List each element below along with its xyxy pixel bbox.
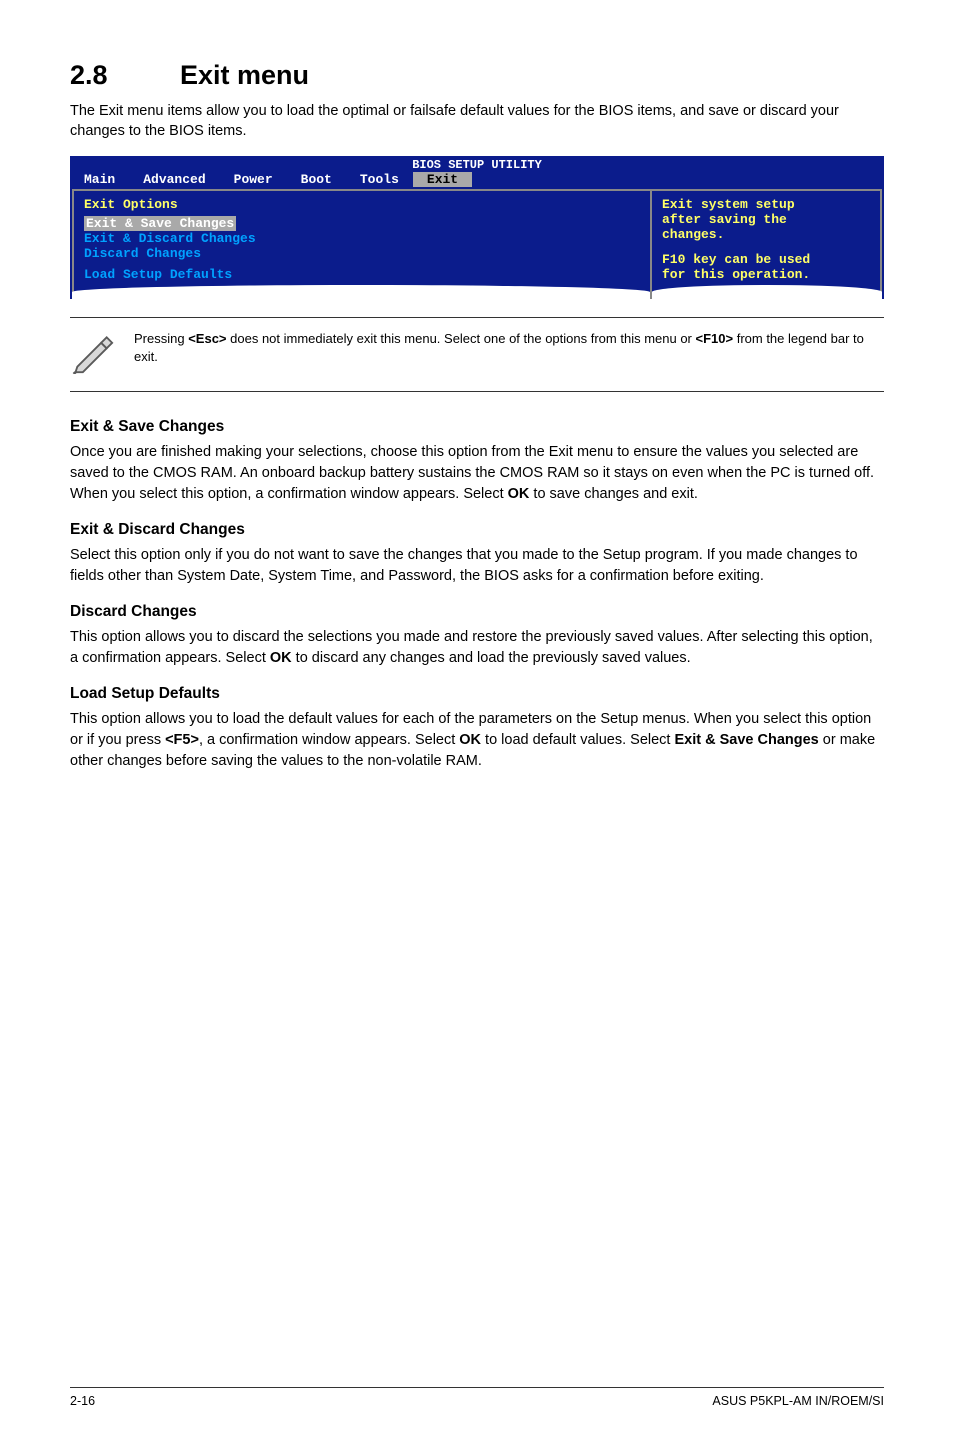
- text: to save changes and exit.: [529, 486, 697, 502]
- note-part: Pressing: [134, 331, 188, 346]
- bios-item-exit-discard[interactable]: Exit & Discard Changes: [84, 231, 640, 246]
- bios-setup-utility: BIOS SETUP UTILITY Main Advanced Power B…: [70, 156, 884, 299]
- bios-tab-main[interactable]: Main: [70, 172, 129, 187]
- bios-tab-bar: Main Advanced Power Boot Tools Exit: [70, 172, 884, 189]
- note-key-f10: <F10>: [696, 331, 734, 346]
- bios-tab-boot[interactable]: Boot: [287, 172, 346, 187]
- section-body: Once you are finished making your select…: [70, 442, 884, 505]
- page-footer: 2-16 ASUS P5KPL-AM IN/ROEM/SI: [70, 1387, 884, 1408]
- text: , a confirmation window appears. Select: [199, 732, 459, 748]
- section-body: Select this option only if you do not wa…: [70, 545, 884, 587]
- bios-options-header: Exit Options: [84, 197, 640, 212]
- text: to load default values. Select: [481, 732, 674, 748]
- bios-help-line: for this operation.: [662, 267, 870, 282]
- page-heading: 2.8Exit menu: [70, 60, 884, 91]
- section-body: This option allows you to discard the se…: [70, 627, 884, 669]
- bios-title: BIOS SETUP UTILITY: [70, 156, 884, 172]
- text: to discard any changes and load the prev…: [292, 650, 691, 666]
- bios-tab-advanced[interactable]: Advanced: [129, 172, 219, 187]
- bold-f5: <F5>: [165, 732, 199, 748]
- note-key-esc: <Esc>: [188, 331, 226, 346]
- pencil-icon: [70, 330, 114, 379]
- section-heading-exit-save: Exit & Save Changes: [70, 418, 884, 436]
- bios-help-panel: Exit system setup after saving the chang…: [650, 189, 882, 299]
- section-heading-exit-discard: Exit & Discard Changes: [70, 521, 884, 539]
- section-heading-load-defaults: Load Setup Defaults: [70, 685, 884, 703]
- bios-item-discard[interactable]: Discard Changes: [84, 246, 640, 261]
- heading-number: 2.8: [70, 60, 180, 91]
- bold-ok: OK: [508, 486, 530, 502]
- bios-help-line: changes.: [662, 227, 870, 242]
- bios-tab-power[interactable]: Power: [220, 172, 287, 187]
- bios-help-line: Exit system setup: [662, 197, 870, 212]
- note-callout: Pressing <Esc> does not immediately exit…: [70, 317, 884, 392]
- footer-page-number: 2-16: [70, 1394, 95, 1408]
- bios-body: Exit Options Exit & Save Changes Exit & …: [70, 189, 884, 299]
- footer-product: ASUS P5KPL-AM IN/ROEM/SI: [712, 1394, 884, 1408]
- bios-tab-tools[interactable]: Tools: [346, 172, 413, 187]
- bios-help-line: F10 key can be used: [662, 252, 870, 267]
- bold-exit-save: Exit & Save Changes: [675, 732, 819, 748]
- bios-item-load-defaults[interactable]: Load Setup Defaults: [84, 267, 640, 282]
- bios-item-exit-save[interactable]: Exit & Save Changes: [84, 216, 236, 231]
- heading-title: Exit menu: [180, 60, 309, 90]
- bold-ok: OK: [270, 650, 292, 666]
- bios-help-line: after saving the: [662, 212, 870, 227]
- bios-menu-panel: Exit Options Exit & Save Changes Exit & …: [72, 189, 650, 299]
- intro-paragraph: The Exit menu items allow you to load th…: [70, 101, 884, 142]
- section-heading-discard: Discard Changes: [70, 603, 884, 621]
- text: Once you are finished making your select…: [70, 444, 874, 502]
- note-part: does not immediately exit this menu. Sel…: [227, 331, 696, 346]
- section-body: This option allows you to load the defau…: [70, 709, 884, 772]
- bold-ok: OK: [459, 732, 481, 748]
- bios-tab-exit[interactable]: Exit: [413, 172, 472, 187]
- note-text: Pressing <Esc> does not immediately exit…: [134, 330, 878, 368]
